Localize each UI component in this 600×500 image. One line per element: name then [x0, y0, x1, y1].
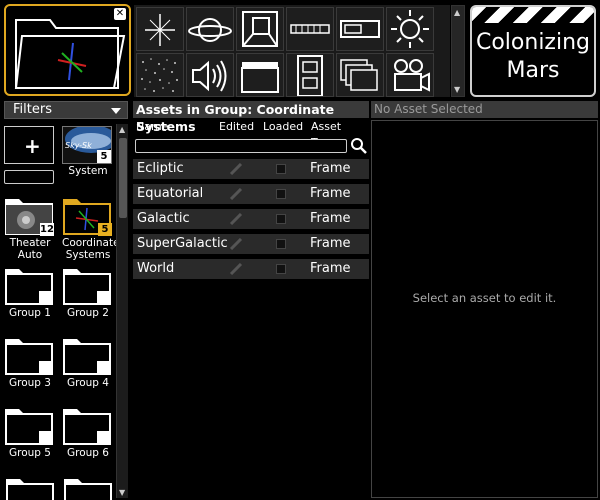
project-title: Colonizing Mars	[475, 30, 591, 83]
scroll-up-icon[interactable]: ▲	[454, 8, 460, 17]
frustum-button[interactable]	[236, 7, 284, 51]
asset-type: Frame	[310, 261, 351, 276]
column-edited[interactable]: Edited	[219, 119, 254, 135]
star-icon	[145, 14, 175, 46]
folder-icon	[63, 339, 111, 375]
system-thumbnail: Sky-Sk 5	[62, 126, 112, 164]
film-strip-icon	[297, 55, 323, 97]
sun-icon	[391, 10, 429, 48]
planet-button[interactable]	[186, 7, 234, 51]
group-folder[interactable]	[62, 476, 114, 500]
asset-name: Galactic	[137, 211, 190, 226]
asset-editor-panel: Select an asset to edit it.	[371, 120, 598, 498]
star-button[interactable]	[136, 7, 184, 51]
audio-button[interactable]	[186, 53, 234, 97]
asset-type: Frame	[310, 161, 351, 176]
asset-type: Frame	[310, 211, 351, 226]
asset-name: Ecliptic	[137, 161, 184, 176]
folder-icon	[14, 19, 126, 89]
folder-icon	[63, 409, 111, 445]
group-folder[interactable]	[4, 476, 56, 500]
ruler-button[interactable]	[286, 7, 334, 51]
close-icon[interactable]: ✕	[114, 8, 126, 20]
pencil-icon[interactable]	[229, 238, 243, 250]
film-button[interactable]	[286, 53, 334, 97]
group-theater-auto[interactable]: 12 Theater Auto	[4, 196, 56, 261]
scroll-up-icon[interactable]: ▲	[119, 125, 125, 134]
plus-icon: +	[24, 134, 41, 158]
chevron-down-icon	[111, 108, 121, 114]
group-folder[interactable]: Group 5	[4, 406, 56, 459]
projector-icon	[340, 20, 380, 38]
scroll-down-icon[interactable]: ▼	[119, 488, 125, 497]
layers-icon	[340, 59, 378, 91]
clapperboard-icon	[241, 62, 279, 93]
pencil-icon[interactable]	[229, 263, 243, 275]
movie-camera-icon	[394, 59, 430, 92]
group-folder[interactable]: Group 1	[4, 266, 56, 319]
asset-type-toolbar	[134, 5, 450, 97]
assets-panel-title: Assets in Group: Coordinate Systems	[133, 101, 369, 134]
planet-icon	[188, 18, 232, 42]
search-icon[interactable]	[350, 137, 368, 155]
asset-column-headers: Name Edited Loaded Asset Type	[133, 119, 369, 149]
loaded-checkbox[interactable]	[276, 214, 286, 224]
column-loaded[interactable]: Loaded	[263, 119, 303, 135]
group-name-input[interactable]	[4, 170, 54, 184]
asset-row[interactable]: Galactic Frame	[133, 209, 369, 229]
speaker-icon	[192, 60, 227, 92]
loaded-checkbox[interactable]	[276, 239, 286, 249]
pencil-icon[interactable]	[229, 188, 243, 200]
asset-name: World	[137, 261, 175, 276]
frustum-icon	[242, 11, 278, 47]
clapperboard-stripes	[472, 7, 594, 23]
group-coordinate-systems[interactable]: 5 Coordinate Systems	[62, 196, 120, 261]
loaded-checkbox[interactable]	[276, 264, 286, 274]
asset-row[interactable]: Equatorial Frame	[133, 184, 369, 204]
projector-button[interactable]	[336, 7, 384, 51]
group-folder[interactable]: Group 2	[62, 266, 114, 319]
clip-button[interactable]	[236, 53, 284, 97]
camera-button[interactable]	[386, 53, 434, 97]
folder-icon	[64, 479, 112, 500]
asset-search-input[interactable]	[135, 139, 347, 153]
scroll-thumb[interactable]	[119, 138, 127, 218]
group-folder[interactable]: Group 6	[62, 406, 114, 459]
asset-name: Equatorial	[137, 186, 204, 201]
loaded-checkbox[interactable]	[276, 164, 286, 174]
editor-empty-message: Select an asset to edit it.	[412, 291, 557, 305]
loaded-checkbox[interactable]	[276, 189, 286, 199]
sun-button[interactable]	[386, 7, 434, 51]
folder-icon	[5, 269, 53, 305]
folder-icon	[5, 339, 53, 375]
asset-name: SuperGalactic	[137, 236, 228, 251]
project-tile[interactable]: Colonizing Mars	[470, 5, 596, 97]
asset-type: Frame	[310, 186, 351, 201]
asset-row[interactable]: SuperGalactic Frame	[133, 234, 369, 254]
ruler-icon	[290, 24, 330, 34]
starfield-icon	[141, 58, 178, 92]
filters-dropdown[interactable]: Filters	[4, 101, 128, 119]
group-list-scrollbar[interactable]: ▲ ▼	[116, 124, 128, 498]
asset-row[interactable]: World Frame	[133, 259, 369, 279]
current-group-folder[interactable]: ✕	[4, 4, 131, 96]
folder-icon	[5, 409, 53, 445]
asset-type: Frame	[310, 236, 351, 251]
scroll-down-icon[interactable]: ▼	[454, 85, 460, 94]
pencil-icon[interactable]	[229, 163, 243, 175]
toolbar-scrollbar[interactable]: ▲ ▼	[451, 5, 465, 97]
folder-icon	[6, 479, 54, 500]
asset-row[interactable]: Ecliptic Frame	[133, 159, 369, 179]
column-name[interactable]: Name	[136, 119, 168, 135]
starfield-button[interactable]	[136, 53, 184, 97]
group-folder[interactable]: Group 3	[4, 336, 56, 389]
editor-title: No Asset Selected	[371, 101, 598, 118]
group-system[interactable]: Sky-Sk 5 System	[62, 126, 114, 177]
add-group-button[interactable]: +	[4, 126, 56, 184]
group-folder[interactable]: Group 4	[62, 336, 114, 389]
layers-button[interactable]	[336, 53, 384, 97]
group-list: + Sky-Sk 5 System 12 Theater Auto 5 Coord…	[2, 122, 130, 500]
pencil-icon[interactable]	[229, 213, 243, 225]
folder-icon	[63, 269, 111, 305]
